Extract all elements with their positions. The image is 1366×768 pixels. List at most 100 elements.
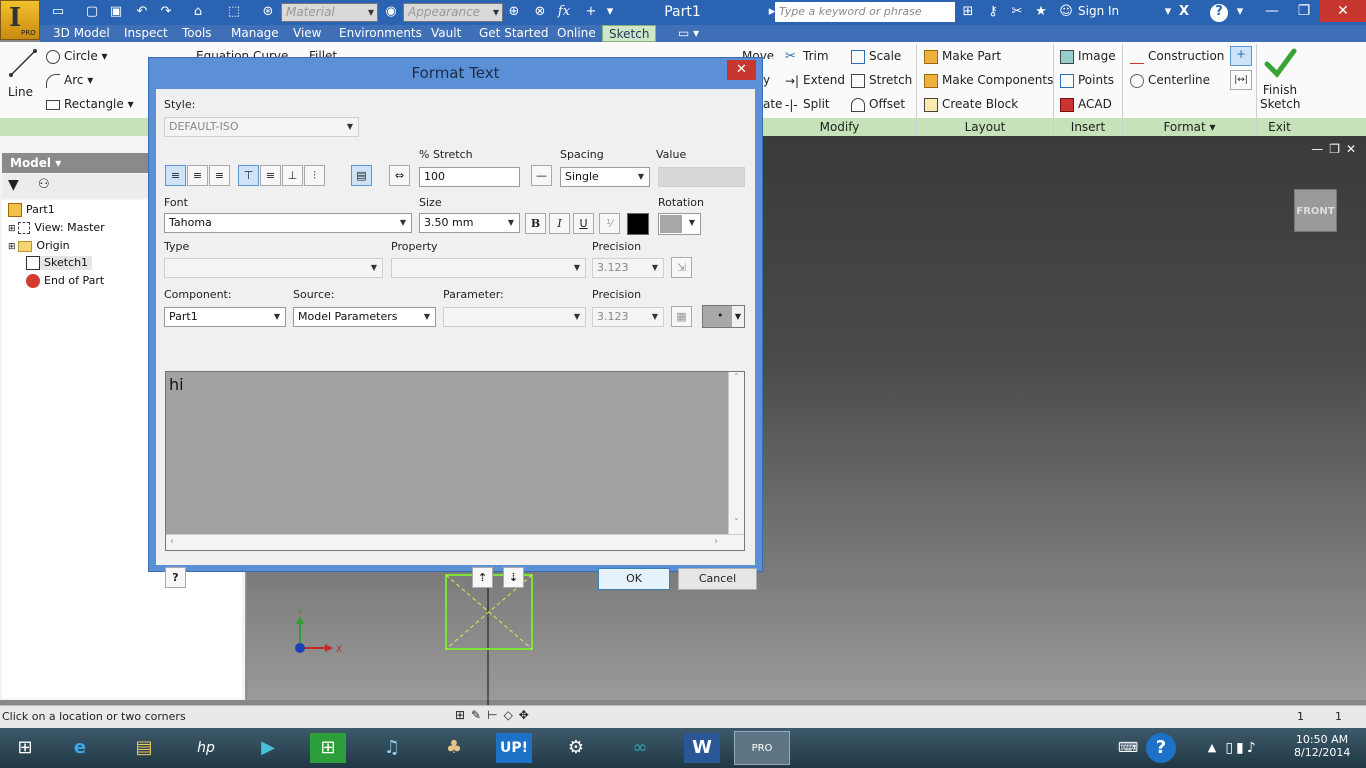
tab-environments[interactable]: Environments <box>339 25 422 42</box>
make-components-tool[interactable]: Make Components <box>924 73 1053 88</box>
exchange-icon[interactable]: X <box>1176 4 1192 20</box>
source-select[interactable]: Model Parameters ▼ <box>293 307 436 327</box>
scroll-left-icon[interactable]: ‹ <box>170 536 174 547</box>
tab-tools[interactable]: Tools <box>182 25 212 42</box>
add-property-icon[interactable]: ⇲ <box>671 257 692 278</box>
finish-sketch-button[interactable]: Finish Sketch <box>1260 46 1300 111</box>
parameter-select[interactable]: ▼ <box>443 307 586 327</box>
dialog-close-button[interactable]: ✕ <box>727 60 756 80</box>
tab-get-started[interactable]: Get Started <box>479 25 549 42</box>
driven-dimension-icon[interactable]: |↔| <box>1230 70 1252 90</box>
italic-button[interactable]: I <box>549 213 570 234</box>
ok-button[interactable]: OK <box>598 568 670 590</box>
stretch-input[interactable]: 100 <box>419 167 520 187</box>
user-icon[interactable]: ☺ <box>1058 4 1074 20</box>
align-right-button[interactable]: ≡ <box>209 165 230 186</box>
scroll-up-icon[interactable]: ⌃ <box>729 372 744 381</box>
precision-select-2[interactable]: 3.123 ▼ <box>592 307 664 327</box>
save-icon[interactable]: ▣ <box>108 4 124 20</box>
file-explorer-icon[interactable]: ▤ <box>124 731 164 765</box>
return-icon[interactable]: ⌂ <box>190 4 206 20</box>
undo-icon[interactable]: ↶ <box>134 4 150 20</box>
new-icon[interactable]: ▭ <box>50 4 66 20</box>
stack-icon[interactable]: ⅟ <box>599 213 620 234</box>
update-icon[interactable]: ⊛ <box>260 4 276 20</box>
move-down-icon[interactable]: ⇣ <box>503 567 524 588</box>
rotation-select[interactable]: ▼ <box>658 213 701 235</box>
sign-in-link[interactable]: Sign In <box>1078 4 1119 18</box>
clear-appearance-icon[interactable]: ⊗ <box>532 4 548 20</box>
underline-button[interactable]: U <box>573 213 594 234</box>
style-select[interactable]: DEFAULT-ISO ▼ <box>164 117 359 137</box>
scroll-down-icon[interactable]: ⌄ <box>729 513 744 522</box>
store-icon[interactable]: ⊞ <box>310 733 346 763</box>
stretch-icon[interactable]: ⇔ <box>389 165 410 186</box>
bold-button[interactable]: B <box>525 213 546 234</box>
viewcube[interactable]: FRONT <box>1294 189 1337 232</box>
filter-icon[interactable]: ▼ <box>8 177 19 193</box>
start-windows-icon[interactable]: ⊞ <box>5 731 45 765</box>
centerline-tool[interactable]: Centerline <box>1130 73 1210 88</box>
horizontal-scrollbar[interactable]: ‹ › <box>166 534 744 550</box>
points-tool[interactable]: Points <box>1060 73 1114 88</box>
arc-tool[interactable]: Arc ▾ <box>46 73 93 88</box>
create-block-tool[interactable]: Create Block <box>924 97 1018 112</box>
precision-select[interactable]: 3.123 ▼ <box>592 258 664 278</box>
align-bottom-button[interactable]: ⊥ <box>282 165 303 186</box>
adjust-icon[interactable]: ⊕ <box>506 4 522 20</box>
acad-tool[interactable]: ACAD <box>1060 97 1112 112</box>
rectangle-tool[interactable]: Rectangle ▾ <box>46 97 134 111</box>
add-parameter-icon[interactable]: ▦ <box>671 306 692 327</box>
align-center-button[interactable]: ≡ <box>187 165 208 186</box>
canvas-window-controls[interactable]: —❐✕ <box>1311 142 1362 156</box>
arduino-icon[interactable]: ∞ <box>620 731 660 765</box>
component-select[interactable]: Part1 ▼ <box>164 307 286 327</box>
text-editor[interactable]: hi ⌃ ⌄ ‹ › <box>165 371 745 551</box>
itunes-icon[interactable]: ♫ <box>372 731 412 765</box>
align-middle-button[interactable]: ≡ <box>260 165 281 186</box>
tree-node-sketch[interactable]: Sketch1 <box>26 256 93 270</box>
font-select[interactable]: Tahoma ▼ <box>164 213 412 233</box>
trim-tool[interactable]: ✂ Trim <box>785 49 829 64</box>
text-color-button[interactable] <box>627 213 649 235</box>
copy-tool[interactable]: y <box>763 73 770 87</box>
center-point-icon[interactable]: + <box>1230 46 1252 66</box>
binoculars-icon[interactable]: ⚇ <box>38 177 50 192</box>
up-icon[interactable]: UP! <box>496 733 532 763</box>
internet-explorer-icon[interactable]: e <box>60 731 100 765</box>
binoculars-icon[interactable]: ⊞ <box>960 4 976 20</box>
align-top-button[interactable]: ⊤ <box>238 165 259 186</box>
extend-tool[interactable]: →| Extend <box>785 73 845 88</box>
video-icon[interactable]: ▶ <box>248 731 288 765</box>
tab-view[interactable]: View <box>293 25 321 42</box>
restore-icon[interactable]: ❐ <box>1288 0 1320 22</box>
panel-label-format[interactable]: Format ▾ <box>1123 118 1256 136</box>
rotate-tool[interactable]: ate <box>763 97 782 111</box>
tab-online[interactable]: Online <box>557 25 596 42</box>
scale-tool[interactable]: Scale <box>851 49 901 64</box>
symbol-button[interactable]: • ▼ <box>702 305 745 328</box>
steam-icon[interactable]: ⚙ <box>556 731 596 765</box>
property-select[interactable]: ▼ <box>391 258 586 278</box>
tools-icon[interactable]: ✂ <box>1009 4 1025 20</box>
line-tool[interactable]: Line <box>8 48 38 99</box>
tab-3d-model[interactable]: 3D Model <box>53 25 110 42</box>
vertical-scrollbar[interactable]: ⌃ ⌄ <box>728 372 744 534</box>
tab-inspect[interactable]: Inspect <box>124 25 168 42</box>
star-icon[interactable]: ★ <box>1033 4 1049 20</box>
dialog-help-button[interactable]: ? <box>165 567 186 588</box>
tree-node-part[interactable]: Part1 <box>8 203 55 217</box>
inventor-taskbar-icon[interactable]: PRO <box>734 731 790 765</box>
chevron-down-icon[interactable]: ▾ <box>1160 4 1176 20</box>
make-part-tool[interactable]: Make Part <box>924 49 1001 64</box>
app-icon[interactable]: ♣ <box>434 731 474 765</box>
chevron-down-icon[interactable]: ▾ <box>1232 4 1248 20</box>
keyboard-icon[interactable]: ⌨ <box>1108 731 1148 765</box>
size-select[interactable]: 3.50 mm ▼ <box>419 213 520 233</box>
word-icon[interactable]: W <box>684 733 720 763</box>
move-up-icon[interactable]: ⇡ <box>472 567 493 588</box>
open-icon[interactable]: ▢ <box>84 4 100 20</box>
system-tray-icons[interactable]: ▯▮♪ <box>1212 731 1272 765</box>
help-icon[interactable]: ? <box>1210 4 1228 22</box>
tab-vault[interactable]: Vault <box>431 25 461 42</box>
